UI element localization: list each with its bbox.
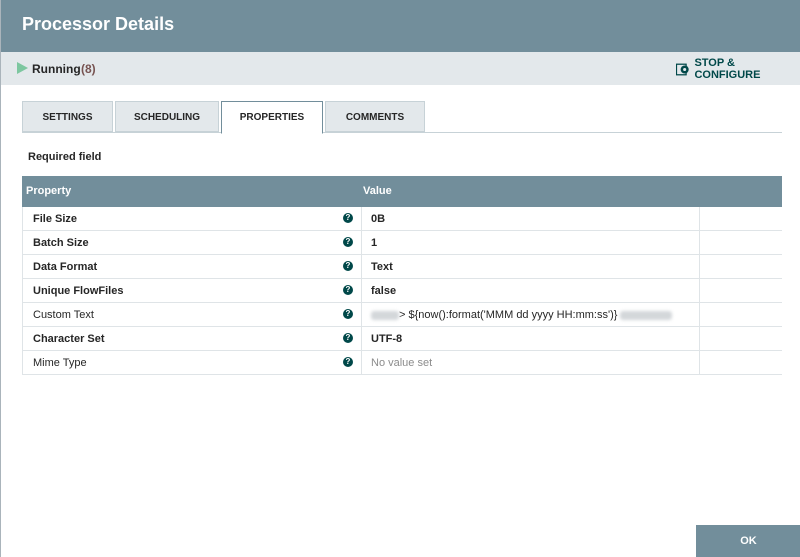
column-divider xyxy=(361,327,362,350)
table-header: Property Value xyxy=(22,176,782,207)
help-icon[interactable]: ? xyxy=(343,237,353,247)
tab-settings[interactable]: SETTINGS xyxy=(22,101,113,132)
redacted-text xyxy=(620,310,673,320)
table-row[interactable]: Custom Text ? > ${now():format('MMM dd y… xyxy=(22,303,782,327)
stop-configure-icon xyxy=(676,63,689,75)
help-icon[interactable]: ? xyxy=(343,357,353,367)
tab-scheduling[interactable]: SCHEDULING xyxy=(115,101,219,132)
column-divider xyxy=(699,279,700,302)
header-value: Value xyxy=(363,185,392,197)
property-name: Data Format xyxy=(33,261,98,273)
help-icon[interactable]: ? xyxy=(343,309,353,319)
column-divider xyxy=(361,279,362,302)
table-row[interactable]: Mime Type ? No value set xyxy=(22,351,782,375)
help-icon[interactable]: ? xyxy=(343,261,353,271)
help-icon[interactable]: ? xyxy=(343,333,353,343)
header-property: Property xyxy=(26,185,72,197)
property-name: File Size xyxy=(33,213,78,225)
column-divider xyxy=(699,255,700,278)
stop-configure-label: STOP & CONFIGURE xyxy=(694,57,761,81)
help-icon[interactable]: ? xyxy=(343,285,353,295)
column-divider xyxy=(361,231,362,254)
column-divider xyxy=(699,207,700,230)
column-divider xyxy=(699,327,700,350)
property-name: Unique FlowFiles xyxy=(33,285,124,297)
column-divider xyxy=(361,255,362,278)
property-name: Custom Text xyxy=(33,309,94,321)
property-value[interactable]: > ${now():format('MMM dd yyyy HH:mm:ss')… xyxy=(371,309,673,321)
property-name: Mime Type xyxy=(33,357,87,369)
table-row[interactable]: Unique FlowFiles ? false xyxy=(22,279,782,303)
run-status-count: (8) xyxy=(81,62,96,76)
run-status-label: Running xyxy=(32,62,81,76)
play-icon xyxy=(17,62,28,74)
property-value[interactable]: false xyxy=(371,285,396,297)
stop-configure-button[interactable]: STOP & CONFIGURE xyxy=(676,57,800,81)
table-row[interactable]: Batch Size ? 1 xyxy=(22,231,782,255)
processor-details-dialog: Processor Details Running (8) STOP & CON… xyxy=(0,0,800,557)
property-value[interactable]: Text xyxy=(371,261,393,273)
column-divider xyxy=(699,303,700,326)
dialog-title: Processor Details xyxy=(22,14,175,34)
column-divider xyxy=(361,303,362,326)
column-divider xyxy=(699,351,700,374)
table-row[interactable]: Data Format ? Text xyxy=(22,255,782,279)
property-value[interactable]: 0B xyxy=(371,213,385,225)
property-name: Character Set xyxy=(33,333,105,345)
column-divider xyxy=(361,351,362,374)
dialog-header: Processor Details xyxy=(1,0,800,52)
ok-button[interactable]: OK xyxy=(696,525,800,557)
column-divider xyxy=(361,207,362,230)
property-value[interactable]: No value set xyxy=(371,357,432,369)
required-field-note: Required field xyxy=(28,151,102,163)
tab-properties[interactable]: PROPERTIES xyxy=(221,101,323,134)
property-value[interactable]: UTF-8 xyxy=(371,333,402,345)
tab-comments[interactable]: COMMENTS xyxy=(325,101,425,132)
help-icon[interactable]: ? xyxy=(343,213,353,223)
table-row[interactable]: File Size ? 0B xyxy=(22,207,782,231)
column-divider xyxy=(699,231,700,254)
table-row[interactable]: Character Set ? UTF-8 xyxy=(22,327,782,351)
custom-text-value: > ${now():format('MMM dd yyyy HH:mm:ss')… xyxy=(399,309,621,321)
redacted-text xyxy=(371,310,399,320)
properties-table: Property Value File Size ? 0B Batch Size… xyxy=(22,176,782,375)
property-name: Batch Size xyxy=(33,237,89,249)
property-value[interactable]: 1 xyxy=(371,237,377,249)
